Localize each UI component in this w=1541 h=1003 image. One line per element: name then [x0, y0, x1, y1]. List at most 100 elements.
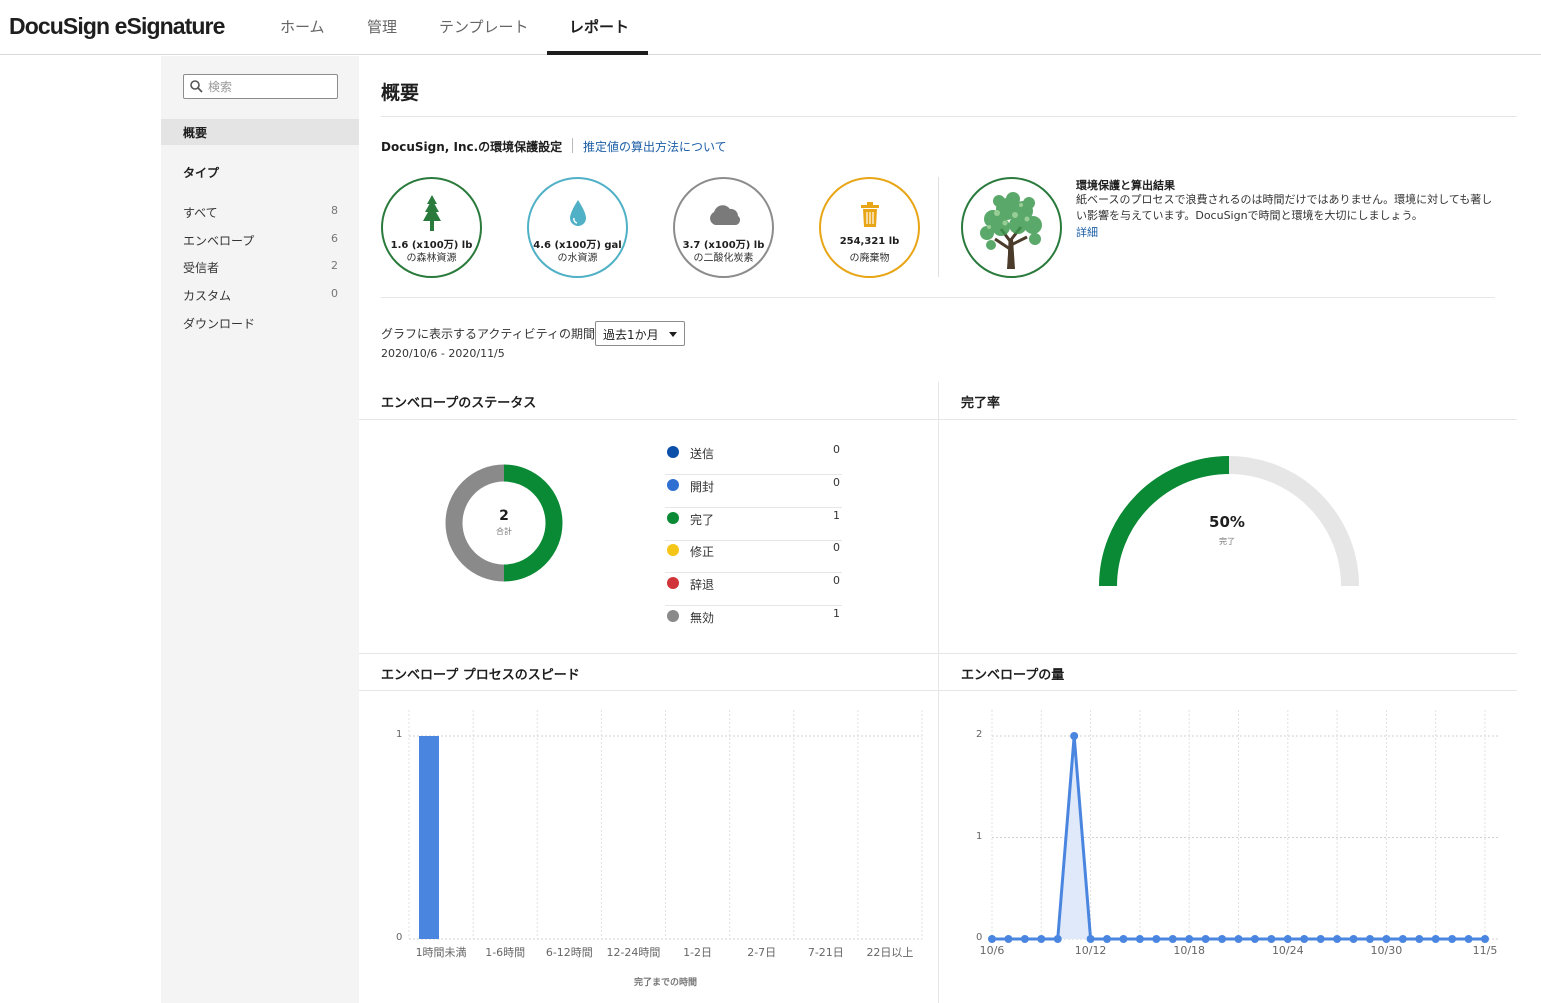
period-selected-value: 過去1か月	[603, 328, 659, 342]
data-point	[1349, 935, 1358, 943]
sidebar-item-label: ダウンロード	[183, 317, 256, 331]
sidebar-item-label: 受信者	[183, 261, 220, 275]
tab-home[interactable]: ホーム	[280, 16, 325, 37]
y-tick-label: 0	[976, 932, 983, 943]
data-point	[1382, 935, 1391, 943]
data-point	[1333, 935, 1342, 943]
legend-item-opened: 開封 0	[665, 475, 842, 508]
stat-label: の水資源	[557, 253, 598, 264]
data-point	[1365, 935, 1374, 943]
legend-dot	[667, 479, 679, 491]
data-point	[1250, 935, 1259, 943]
legend-value: 1	[833, 607, 840, 620]
data-point	[1086, 935, 1095, 943]
search-box[interactable]	[183, 74, 338, 99]
tree-image-icon	[980, 192, 1042, 270]
tab-templates[interactable]: テンプレート	[439, 16, 529, 37]
legend-value: 0	[833, 443, 840, 456]
data-point	[1070, 732, 1079, 740]
stat-value: 254,321 lb	[839, 236, 900, 247]
data-point	[1201, 935, 1210, 943]
period-dropdown[interactable]: 過去1か月	[595, 321, 685, 346]
period-date-range: 2020/10/6 - 2020/11/5	[381, 347, 505, 360]
legend-label: 完了	[690, 513, 715, 527]
stat-label: の廃棄物	[849, 253, 890, 264]
details-link[interactable]: 詳細	[1076, 224, 1098, 240]
data-point	[1037, 935, 1046, 943]
legend-label: 辞退	[690, 578, 715, 592]
data-point	[1218, 935, 1227, 943]
sidebar-item-envelopes[interactable]: エンベロープ 6	[183, 232, 338, 252]
data-point	[988, 935, 996, 943]
data-point	[1398, 935, 1407, 943]
water-drop-icon	[569, 200, 586, 226]
trash-icon	[860, 202, 879, 227]
sidebar-item-downloads[interactable]: ダウンロード	[183, 315, 338, 335]
legend-item-corrected: 修正 0	[665, 540, 842, 573]
y-tick-label: 1	[396, 729, 403, 740]
data-point	[1316, 935, 1325, 943]
env-settings-title: DocuSign, Inc.の環境保護設定	[381, 140, 563, 154]
donut-total: 2	[499, 508, 509, 524]
sidebar-item-custom[interactable]: カスタム 0	[183, 287, 338, 307]
sidebar-item-all[interactable]: すべて 8	[183, 204, 338, 224]
forest-stat-badge: 1.6 (x100万) lb の森林資源	[381, 177, 482, 278]
impact-description: 紙ベースのプロセスで浪費されるのは時間だけではありません。環境に対しても著しい影…	[1076, 193, 1493, 222]
status-panel-title: エンベロープのステータス	[381, 396, 537, 411]
bar-0	[419, 736, 439, 939]
legend-item-completed: 完了 1	[665, 508, 842, 541]
legend-label: 送信	[690, 447, 715, 461]
legend-dot	[667, 544, 679, 556]
legend-value: 0	[833, 476, 840, 489]
sidebar-item-overview[interactable]: 概要	[161, 119, 359, 145]
app-logo[interactable]: DocuSign eSignature	[9, 13, 225, 40]
legend-item-declined: 辞退 0	[665, 573, 842, 606]
impact-title: 環境保護と算出結果	[1076, 179, 1175, 192]
data-point	[1300, 935, 1309, 943]
sidebar: 概要 タイプ すべて 8 エンベロープ 6 受信者 2 カスタム 0 ダウンロー…	[161, 56, 359, 1003]
x-tick-label: 10/6	[979, 944, 1005, 957]
x-tick-label: 22日以上	[866, 946, 914, 959]
sidebar-item-count: 8	[331, 204, 338, 217]
data-point	[1431, 935, 1440, 943]
legend-dot	[667, 610, 679, 622]
divider	[381, 116, 1517, 117]
sidebar-item-count: 6	[331, 232, 338, 245]
tree-icon	[422, 195, 441, 231]
data-point	[1152, 935, 1161, 943]
completion-label: 完了	[1219, 537, 1235, 546]
divider	[359, 690, 1517, 691]
main-content: 概要 DocuSign, Inc.の環境保護設定 推定値の算出方法について 1.…	[359, 56, 1517, 1003]
volume-panel-title: エンベロープの量	[961, 668, 1065, 683]
data-point	[1185, 935, 1194, 943]
legend-value: 0	[833, 541, 840, 554]
data-point	[1283, 935, 1292, 943]
active-tab-indicator	[547, 51, 648, 55]
divider	[572, 138, 573, 153]
top-nav-bar: DocuSign eSignature ホーム 管理 テンプレート レポート	[0, 0, 1541, 55]
sidebar-item-label: カスタム	[183, 289, 232, 303]
x-tick-label: 10/18	[1173, 944, 1206, 957]
legend-dot	[667, 446, 679, 458]
sidebar-item-count: 2	[331, 259, 338, 272]
data-point	[1135, 935, 1144, 943]
tab-reports[interactable]: レポート	[569, 16, 629, 37]
tab-admin[interactable]: 管理	[367, 16, 397, 37]
sidebar-item-label: 概要	[183, 126, 208, 140]
y-tick-label: 1	[976, 830, 983, 842]
data-point	[1448, 935, 1457, 943]
x-axis-title: 完了までの時間	[633, 978, 697, 988]
legend-label: 無効	[690, 611, 715, 625]
data-point	[1053, 935, 1062, 943]
sidebar-item-label: すべて	[183, 206, 218, 220]
legend-label: 修正	[690, 545, 715, 559]
sidebar-item-label: エンベロープ	[183, 234, 255, 248]
search-input[interactable]	[208, 77, 333, 96]
sidebar-item-count: 0	[331, 287, 338, 300]
stat-label: の二酸化炭素	[693, 253, 754, 264]
sidebar-item-recipients[interactable]: 受信者 2	[183, 259, 338, 279]
data-point	[1267, 935, 1276, 943]
data-point	[1415, 935, 1424, 943]
calculation-method-link[interactable]: 推定値の算出方法について	[583, 138, 727, 155]
co2-stat-badge: 3.7 (x100万) lb の二酸化炭素	[673, 177, 774, 278]
